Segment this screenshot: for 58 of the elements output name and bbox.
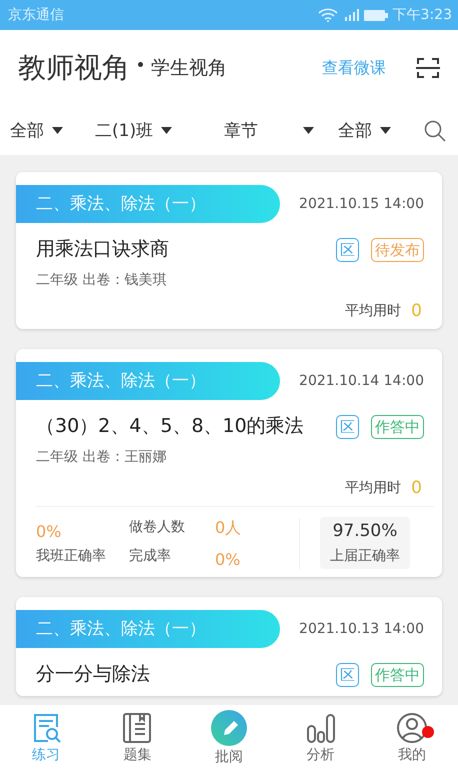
exercise-title: （30）2、4、5、8、10的乘法	[36, 414, 305, 439]
average-time-label: 平均用时	[345, 302, 402, 320]
scope-tag: 区	[336, 238, 359, 262]
separator-dot	[138, 62, 143, 66]
average-time-value: 0	[411, 478, 422, 498]
wifi-icon	[318, 8, 338, 22]
clock-time: 下午3:23	[392, 6, 452, 24]
completion-label: 完成率	[129, 546, 172, 566]
average-time-value: 0	[411, 301, 422, 321]
signal-icon	[342, 9, 359, 21]
chapter-ribbon: 二、乘法、除法（一）	[16, 362, 280, 400]
previous-rate-value: 97.50%	[332, 521, 398, 541]
filter-dropdown[interactable]: 全部	[10, 119, 95, 142]
status-tag: 作答中	[371, 415, 424, 439]
status-tag: 待发布	[371, 238, 424, 262]
exercise-title: 分一分与除法	[36, 662, 151, 687]
search-icon[interactable]	[424, 120, 446, 142]
takers-label: 做卷人数	[129, 518, 186, 536]
takers-value: 0人	[215, 518, 242, 538]
user-icon	[396, 712, 428, 744]
exercise-card[interactable]: 二、乘法、除法（一） 2021.10.14 14:00 （30）2、4、5、8、10的乘法 区 作答中 二年级 出卷：王丽娜 平均用时 0 0% 我班正确率 做卷人数 0人 完成率 0% 97.50% 上届正确率	[16, 349, 442, 577]
view-tab[interactable]: 教师视角	[18, 49, 130, 87]
date-text: 2021.10.14 14:00	[299, 373, 424, 389]
grade-author-text: 二年级 出卷：钱美琪	[35, 271, 168, 289]
filter-dropdown[interactable]: 二(1)班	[95, 119, 220, 142]
carrier-name: 京东通信	[8, 6, 64, 24]
completion-value: 0%	[215, 550, 242, 568]
caret-icon	[161, 127, 172, 134]
average-time-label: 平均用时	[345, 479, 402, 497]
nav-tab[interactable]: 题集	[102, 712, 172, 764]
caret-icon	[303, 127, 314, 134]
caret-icon	[380, 127, 391, 134]
scope-tag: 区	[336, 663, 359, 687]
grade-author-text: 二年级 出卷：王丽娜	[35, 448, 168, 466]
filter-dropdown[interactable]: 全部	[338, 119, 418, 142]
class-rate-value: 0%	[36, 522, 62, 540]
filter-dropdown[interactable]: 章节	[224, 119, 334, 142]
exercise-title: 用乘法口诀求商	[36, 237, 170, 262]
exercise-card[interactable]: 二、乘法、除法（一） 2021.10.13 14:00 分一分与除法 区 作答中	[16, 597, 442, 696]
caret-icon	[52, 127, 63, 134]
status-tag: 作答中	[371, 663, 424, 687]
pencil-icon	[210, 710, 247, 746]
chapter-ribbon: 二、乘法、除法（一）	[16, 185, 280, 223]
nav-tab[interactable]: 我的	[377, 712, 448, 764]
scope-tag: 区	[336, 415, 359, 439]
scan-icon[interactable]	[416, 57, 440, 79]
class-rate-label: 我班正确率	[36, 546, 107, 564]
nav-tab[interactable]: 批阅	[194, 710, 264, 766]
chapter-ribbon: 二、乘法、除法（一）	[16, 610, 280, 648]
previous-rate-label: 上届正确率	[330, 547, 400, 565]
view-tab[interactable]: 学生视角	[151, 55, 227, 81]
notebook-icon	[121, 712, 154, 744]
nav-tab[interactable]: 分析	[286, 712, 356, 764]
date-text: 2021.10.13 14:00	[299, 621, 424, 637]
date-text: 2021.10.15 14:00	[299, 196, 424, 212]
battery-icon	[364, 10, 388, 20]
bar-chart-icon	[304, 712, 337, 744]
exercise-card[interactable]: 二、乘法、除法（一） 2021.10.15 14:00 用乘法口诀求商 区 待发布 二年级 出卷：钱美琪 平均用时 0	[16, 172, 442, 329]
